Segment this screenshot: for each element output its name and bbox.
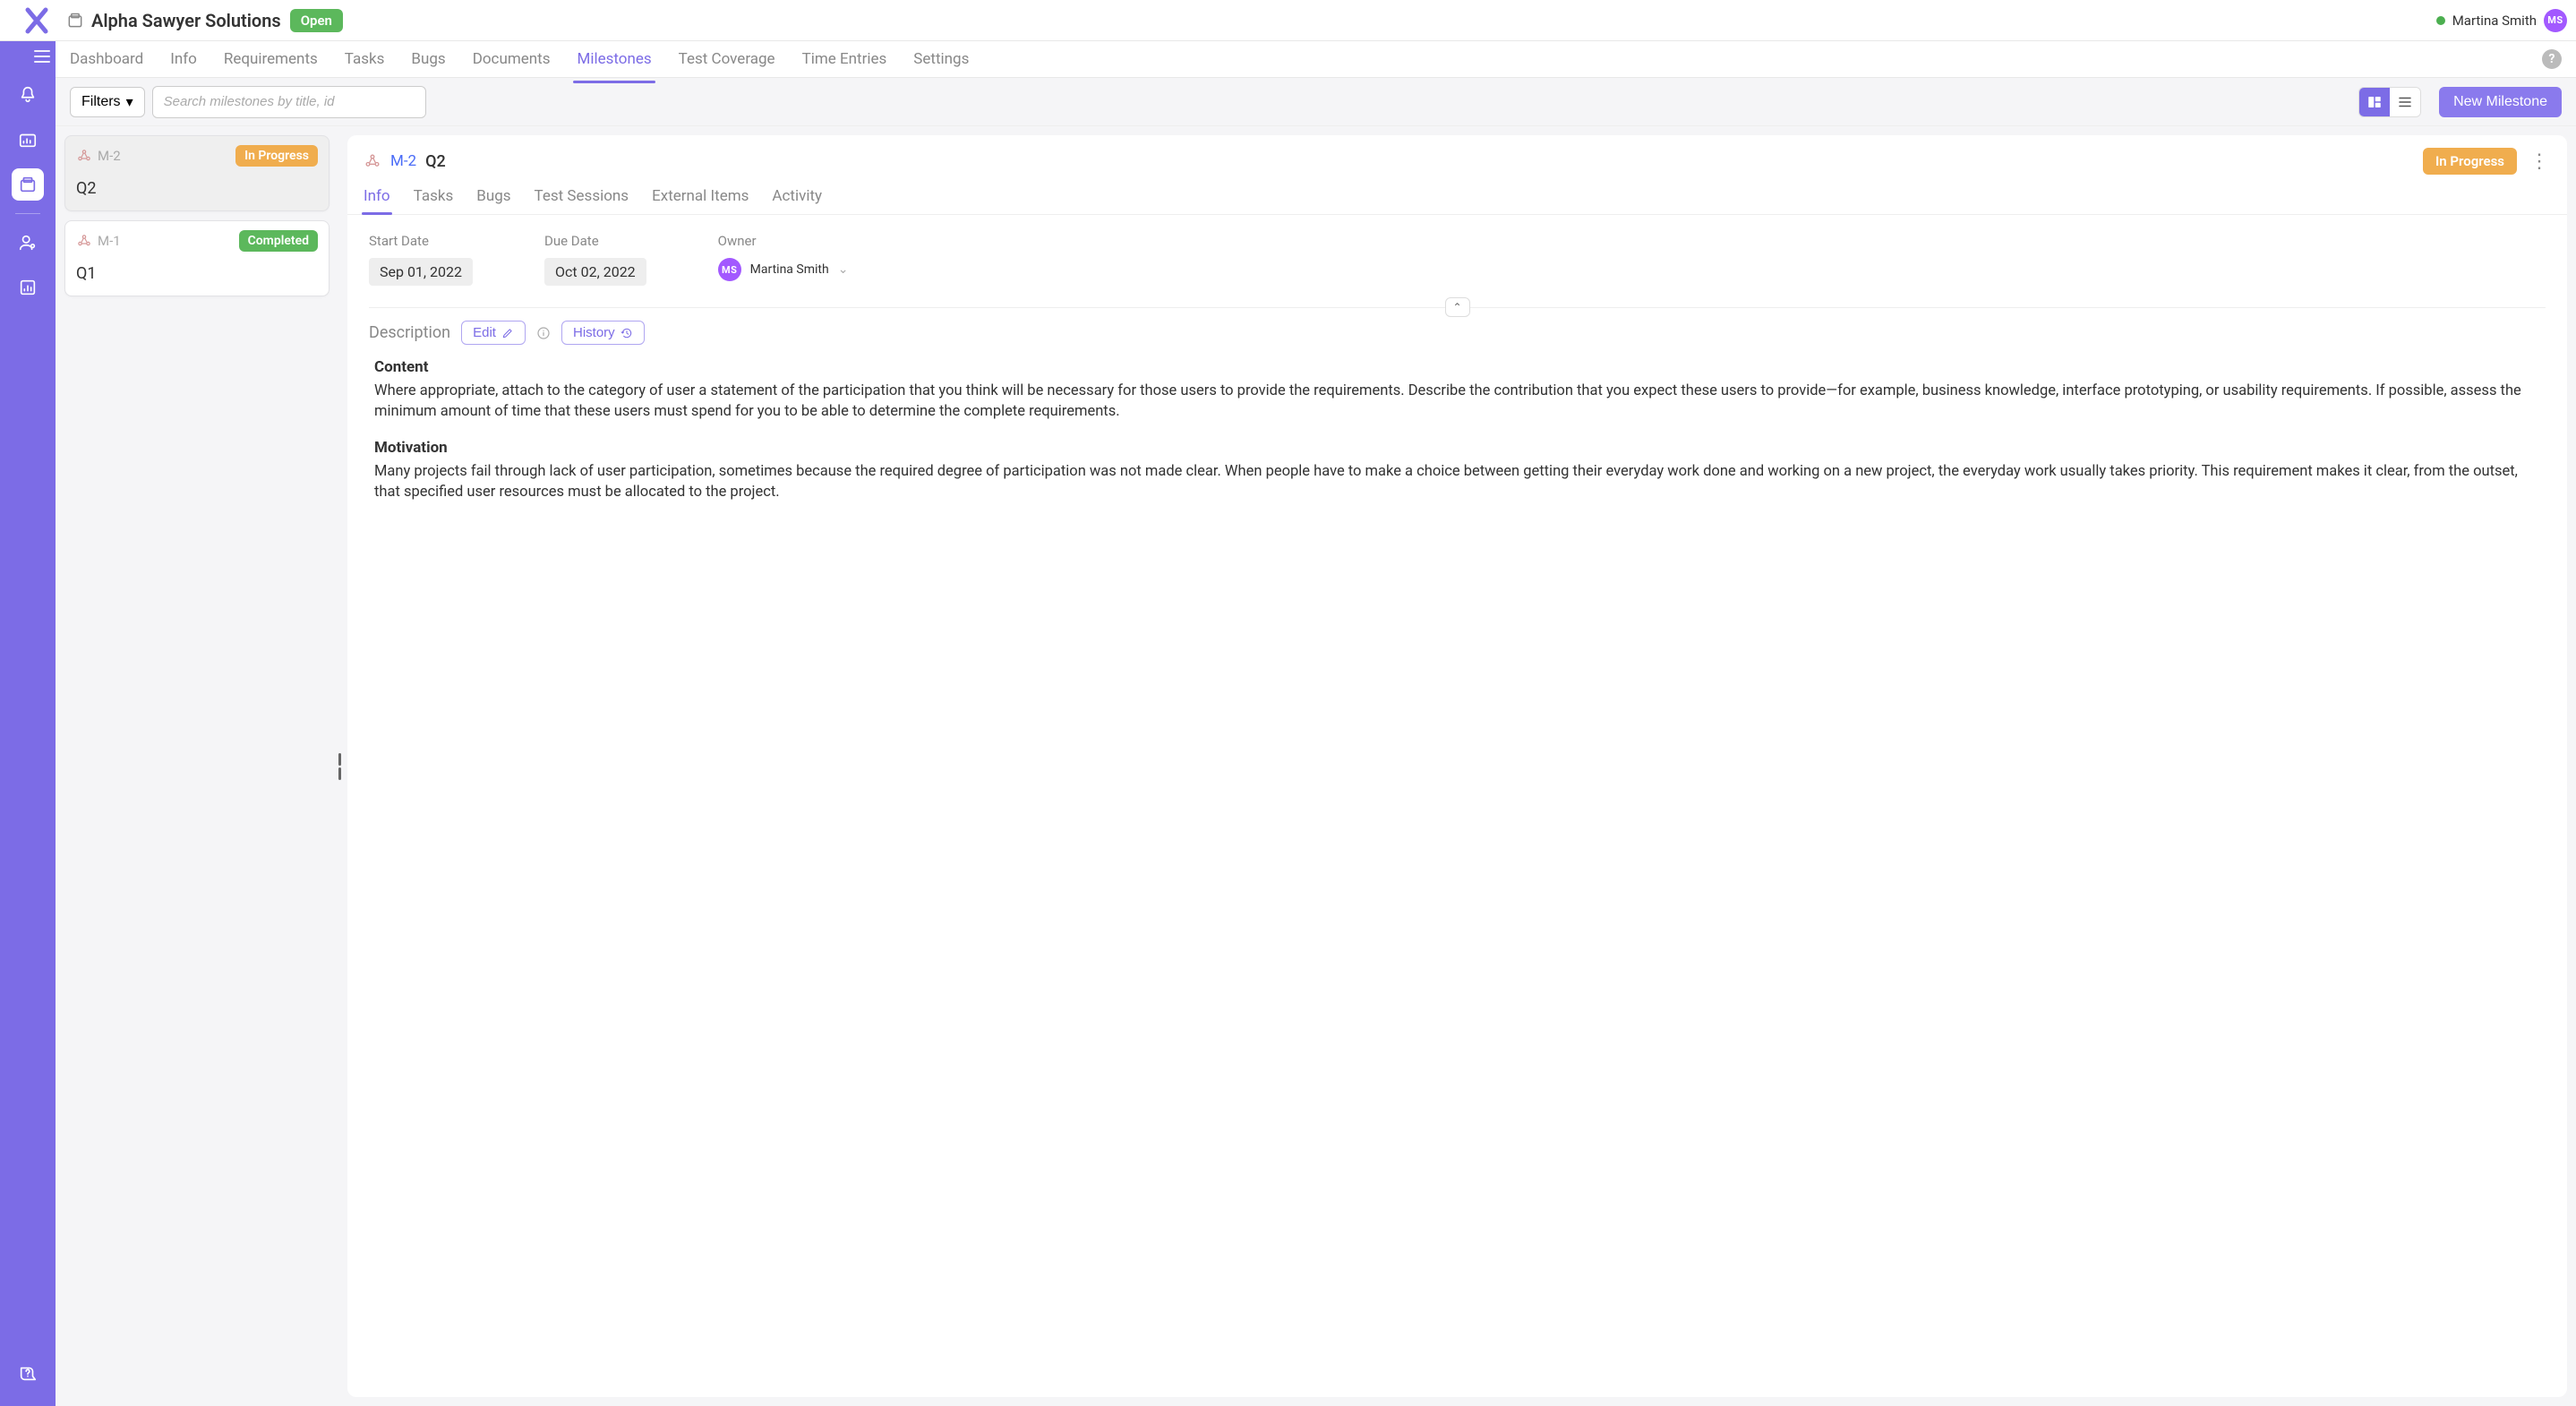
app-sidebar [0, 41, 56, 1406]
milestone-card[interactable]: M-1 Completed Q1 [64, 220, 329, 296]
start-date-value[interactable]: Sep 01, 2022 [369, 258, 473, 286]
content-split: M-2 In Progress Q2 M-1 Completed [56, 126, 2576, 1406]
split-drag-handle[interactable] [338, 753, 347, 780]
tab-requirements[interactable]: Requirements [224, 43, 318, 75]
description-content: Content Where appropriate, attach to the… [369, 357, 2546, 502]
sidebar-item-users[interactable] [12, 227, 44, 259]
view-list-button[interactable] [2390, 88, 2420, 116]
detail-tab-bugs[interactable]: Bugs [476, 187, 510, 214]
owner-name: Martina Smith [750, 262, 829, 277]
history-icon [620, 327, 633, 339]
content-heading: Content [374, 357, 2540, 379]
milestone-title: Q2 [76, 179, 318, 198]
milestone-detail-pane: M-2 Q2 In Progress ⋮ Info Tasks Bugs Tes… [347, 135, 2567, 1397]
start-date-label: Start Date [369, 233, 473, 249]
description-label: Description [369, 323, 450, 342]
sidebar-collapse-icon[interactable] [34, 50, 50, 63]
project-name: Alpha Sawyer Solutions [91, 10, 281, 31]
sidebar-item-notifications[interactable] [12, 79, 44, 111]
search-input[interactable] [152, 86, 426, 118]
app-logo[interactable] [9, 6, 64, 35]
filters-button[interactable]: Filters ▾ [70, 87, 145, 117]
motivation-heading: Motivation [374, 438, 2540, 459]
detail-status-badge[interactable]: In Progress [2423, 148, 2517, 175]
sidebar-item-dashboard[interactable] [12, 124, 44, 156]
detail-tab-tasks[interactable]: Tasks [414, 187, 454, 214]
milestone-icon [76, 148, 92, 164]
project-status-badge: Open [290, 9, 343, 32]
filters-label: Filters [81, 94, 121, 110]
info-icon[interactable] [536, 326, 551, 340]
tab-documents[interactable]: Documents [473, 43, 551, 75]
project-breadcrumb[interactable]: Alpha Sawyer Solutions [66, 10, 281, 31]
due-date-field: Due Date Oct 02, 2022 [544, 233, 646, 286]
view-card-button[interactable] [2359, 88, 2390, 116]
sidebar-item-projects[interactable] [12, 168, 44, 201]
milestone-id: M-1 [98, 233, 121, 249]
description-header: Description Edit History [369, 321, 2546, 345]
content-body: Where appropriate, attach to the categor… [374, 381, 2540, 422]
chevron-down-icon: ⌄ [838, 262, 849, 277]
section-divider: ⌃ [369, 307, 2546, 308]
milestone-icon [364, 152, 381, 170]
tab-bugs[interactable]: Bugs [411, 43, 445, 75]
owner-picker[interactable]: MS Martina Smith ⌄ [718, 258, 849, 281]
detail-tabs: Info Tasks Bugs Test Sessions External I… [347, 175, 2567, 215]
due-date-value[interactable]: Oct 02, 2022 [544, 258, 646, 286]
owner-avatar: MS [718, 258, 741, 281]
milestones-toolbar: Filters ▾ New Milestone [56, 78, 2576, 126]
caret-down-icon: ▾ [126, 93, 133, 111]
due-date-label: Due Date [544, 233, 646, 249]
tab-milestones[interactable]: Milestones [577, 43, 651, 75]
current-user-name[interactable]: Martina Smith [2452, 13, 2537, 29]
top-bar: Alpha Sawyer Solutions Open Martina Smit… [0, 0, 2576, 41]
project-tabs: Dashboard Info Requirements Tasks Bugs D… [56, 41, 2576, 78]
more-actions-icon[interactable]: ⋮ [2526, 150, 2551, 173]
help-icon[interactable]: ? [2542, 49, 2562, 69]
new-milestone-button[interactable]: New Milestone [2439, 87, 2562, 117]
tab-settings[interactable]: Settings [913, 43, 969, 75]
status-badge: In Progress [235, 145, 318, 167]
owner-field: Owner MS Martina Smith ⌄ [718, 233, 849, 286]
detail-tab-info[interactable]: Info [364, 187, 390, 214]
milestone-id: M-2 [98, 148, 121, 164]
motivation-body: Many projects fail through lack of user … [374, 461, 2540, 502]
edit-label: Edit [473, 325, 496, 340]
detail-header: M-2 Q2 In Progress ⋮ [347, 135, 2567, 175]
view-toggle [2358, 87, 2421, 117]
tab-tasks[interactable]: Tasks [345, 43, 385, 75]
sidebar-item-help[interactable] [12, 1358, 44, 1390]
tab-dashboard[interactable]: Dashboard [70, 43, 143, 75]
start-date-field: Start Date Sep 01, 2022 [369, 233, 473, 286]
collapse-toggle-icon[interactable]: ⌃ [1445, 297, 1470, 317]
current-user-avatar[interactable]: MS [2544, 9, 2567, 32]
detail-tab-external-items[interactable]: External Items [652, 187, 749, 214]
project-icon [66, 12, 84, 30]
history-button[interactable]: History [561, 321, 645, 345]
detail-body: Start Date Sep 01, 2022 Due Date Oct 02,… [347, 215, 2567, 1397]
status-badge: Completed [239, 230, 318, 252]
detail-tab-activity[interactable]: Activity [772, 187, 822, 214]
sidebar-item-reports[interactable] [12, 271, 44, 304]
detail-tab-test-sessions[interactable]: Test Sessions [535, 187, 629, 214]
breadcrumb-milestone-id[interactable]: M-2 [390, 152, 416, 170]
milestone-card[interactable]: M-2 In Progress Q2 [64, 135, 329, 211]
owner-label: Owner [718, 233, 849, 249]
milestone-icon [76, 233, 92, 249]
tab-test-coverage[interactable]: Test Coverage [679, 43, 775, 75]
milestone-title: Q1 [76, 264, 318, 283]
tab-info[interactable]: Info [170, 43, 197, 75]
main-column: Dashboard Info Requirements Tasks Bugs D… [56, 41, 2576, 1406]
presence-indicator-icon [2436, 16, 2445, 25]
history-label: History [573, 325, 615, 340]
tab-time-entries[interactable]: Time Entries [802, 43, 887, 75]
edit-description-button[interactable]: Edit [461, 321, 526, 345]
sidebar-divider [15, 213, 40, 214]
fields-row: Start Date Sep 01, 2022 Due Date Oct 02,… [369, 233, 2546, 286]
milestone-list: M-2 In Progress Q2 M-1 Completed [56, 126, 338, 1406]
breadcrumb-milestone-title: Q2 [425, 152, 446, 171]
pencil-icon [501, 327, 514, 339]
